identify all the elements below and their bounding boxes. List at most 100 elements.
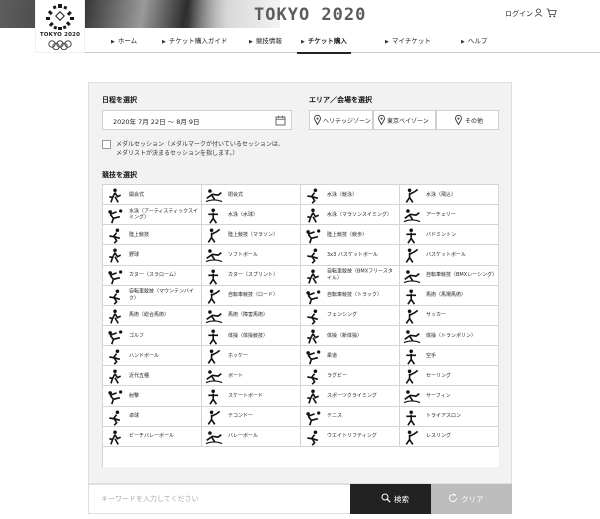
search-button[interactable]: 検索 [350, 484, 431, 514]
sport-cell[interactable]: 自転車競技（ロード） [202, 285, 301, 306]
medal-session-checkbox[interactable] [102, 140, 111, 149]
sport-cell[interactable]: バスケットボール [400, 245, 499, 266]
sport-cell[interactable]: 水泳（アーティスティックスイミング） [103, 205, 202, 226]
sport-cell[interactable]: ビーチバレーボール [103, 426, 202, 447]
sport-cell[interactable]: トライアスロン [400, 406, 499, 427]
sport-pictogram-icon [109, 349, 121, 365]
area-button-other[interactable]: その他 [436, 110, 499, 130]
area-button-label: ヘリテッジゾーン [323, 118, 371, 125]
sport-cell[interactable]: サーフィン [400, 386, 499, 407]
sport-cell[interactable]: 柔道 [301, 346, 400, 367]
sport-name: ゴルフ [129, 332, 145, 339]
sport-cell[interactable]: 水泳（水球） [202, 205, 301, 226]
chevron-right-icon: ▶ [162, 39, 166, 45]
sport-cell[interactable]: ラグビー [301, 366, 400, 387]
sport-cell[interactable]: ホッケー [202, 346, 301, 367]
sport-cell[interactable]: 水泳（競泳） [301, 185, 400, 206]
sport-cell[interactable]: スケートボード [202, 386, 301, 407]
sport-cell[interactable]: 自転車競技（マウンテンバイク） [103, 285, 202, 306]
nav-item-label: ヘルプ [467, 37, 488, 45]
sport-cell[interactable]: 馬術（馬場馬術） [400, 285, 499, 306]
sport-cell[interactable]: カヌー（スラローム） [103, 265, 202, 286]
sport-cell[interactable]: 野球 [103, 245, 202, 266]
sport-cell[interactable]: 陸上競技（マラソン） [202, 225, 301, 246]
sport-pictogram-icon [109, 369, 122, 385]
sport-cell[interactable]: 自転車競技（トラック） [301, 285, 400, 306]
sport-name: カヌー（スプリント） [228, 271, 279, 278]
sport-cell[interactable]: 陸上競技 [103, 225, 202, 246]
sport-cell[interactable]: スポーツクライミング [301, 386, 400, 407]
tokyo2020-logo[interactable]: TOKYO 2020 [36, 0, 84, 52]
sport-cell[interactable]: バドミントン [400, 225, 499, 246]
user-icon[interactable] [534, 8, 543, 17]
nav-item-buy-tickets[interactable]: ▶ チケット購入 [297, 35, 351, 54]
sport-pictogram-icon [406, 228, 417, 244]
sport-cell[interactable]: ウエイトリフティング [301, 426, 400, 447]
sport-pictogram-icon [109, 188, 122, 203]
sport-cell[interactable]: 体操（新体操） [301, 325, 400, 347]
sport-name: トライアスロン [426, 412, 462, 419]
sport-name: 射撃 [129, 392, 140, 399]
area-button-heritage-zone[interactable]: ヘリテッジゾーン [309, 110, 373, 130]
nav-item-my-tickets[interactable]: ▶ マイチケット [385, 35, 431, 45]
sport-cell[interactable]: バレーボール [202, 426, 301, 447]
sport-cell[interactable]: 馬術（障害馬術） [202, 305, 301, 326]
sport-cell[interactable]: ソフトボール [202, 245, 301, 266]
sport-cell[interactable]: 卓球 [103, 406, 202, 427]
sport-cell[interactable]: 閉会式 [202, 185, 301, 206]
sport-cell[interactable]: ハンドボール [103, 346, 202, 367]
sport-cell[interactable]: 射撃 [103, 386, 202, 407]
sport-pictogram-icon [205, 189, 223, 203]
sport-name: 馬術（総合馬術） [129, 312, 170, 319]
sport-cell[interactable]: ゴルフ [103, 325, 202, 347]
nav-item-label: チケット購入 [307, 37, 347, 45]
sport-name: テニス [327, 412, 343, 419]
sport-cell[interactable]: 水泳（マラソンスイミング） [301, 205, 400, 226]
sport-pictogram-icon [306, 350, 321, 365]
sport-cell[interactable]: カヌー（スプリント） [202, 265, 301, 286]
sport-cell[interactable]: 陸上競技（競歩） [301, 225, 400, 246]
chevron-right-icon: ▶ [301, 39, 305, 45]
sport-cell[interactable]: レスリング [400, 426, 499, 447]
nav-item-ticket-guide[interactable]: ▶ チケット購入ガイド [162, 35, 227, 45]
sport-name: 柔道 [327, 352, 338, 359]
calendar-icon[interactable] [275, 115, 286, 126]
sport-cell[interactable]: 水泳（飛込） [400, 185, 499, 206]
sport-cell[interactable]: テニス [301, 406, 400, 427]
sport-cell[interactable]: 体操（トランポリン） [400, 325, 499, 347]
sport-name: 馬術（馬場馬術） [426, 292, 467, 299]
sport-name: 野球 [129, 251, 140, 258]
sport-cell[interactable]: サッカー [400, 305, 499, 326]
date-range-picker[interactable]: 2020年 7月 22日 ～ 8月 9日 [102, 110, 292, 130]
login-link[interactable]: ログイン [505, 9, 533, 19]
sport-cell[interactable]: ボート [202, 366, 301, 387]
sport-name: ハンドボール [129, 352, 160, 359]
cart-icon[interactable] [546, 8, 557, 18]
sport-name: セーリング [426, 372, 452, 379]
search-button-label: 検索 [394, 495, 409, 504]
sport-pictogram-icon [403, 209, 421, 223]
sport-name: アーチェリー [426, 211, 456, 218]
clear-button[interactable]: クリア [431, 484, 512, 514]
area-button-label: その他 [465, 118, 484, 125]
sport-cell[interactable]: 馬術（総合馬術） [103, 305, 202, 326]
sport-cell[interactable]: 自転車競技（BMXレーシング） [400, 265, 499, 286]
sport-cell[interactable]: フェンシング [301, 305, 400, 326]
nav-item-home[interactable]: ▶ ホーム [111, 35, 137, 45]
area-button-tokyo-bay-zone[interactable]: 東京ベイゾーン [373, 110, 436, 130]
sport-cell[interactable]: アーチェリー [400, 205, 499, 226]
sport-cell[interactable]: 体操（体操競技） [202, 325, 301, 347]
sport-cell[interactable]: セーリング [400, 366, 499, 387]
sport-pictogram-icon [405, 248, 419, 264]
sport-cell[interactable]: テコンドー [202, 406, 301, 427]
sport-cell[interactable]: 3x3 バスケットボール [301, 245, 400, 266]
sport-name: 水泳（マラソンスイミング） [327, 211, 392, 218]
keyword-input[interactable] [88, 484, 350, 514]
sport-cell[interactable]: 自転車競技（BMXフリースタイル） [301, 265, 400, 286]
sport-cell[interactable]: 開会式 [103, 185, 202, 206]
sport-cell[interactable]: 空手 [400, 346, 499, 367]
sport-cell[interactable]: 近代五種 [103, 366, 202, 387]
sport-name: 3x3 バスケットボール [327, 251, 378, 258]
nav-item-sports-info[interactable]: ▶ 競技情報 [249, 35, 282, 45]
nav-item-help[interactable]: ▶ ヘルプ [461, 35, 487, 45]
